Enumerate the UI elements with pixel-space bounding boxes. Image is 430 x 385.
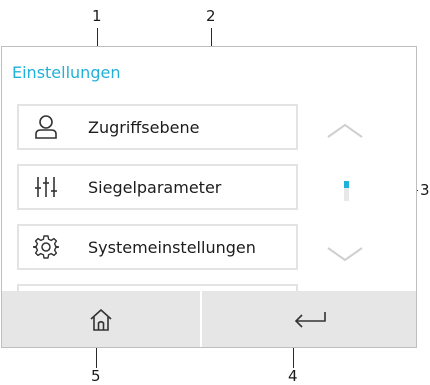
return-icon [294, 312, 326, 328]
scrollbar-thumb[interactable] [344, 181, 349, 188]
menu-item-siegelparameter[interactable]: Siegelparameter [17, 164, 298, 210]
user-icon [33, 114, 59, 140]
menu-item-label: Systemeinstellungen [88, 237, 256, 257]
home-icon [90, 309, 112, 331]
callout-2: 2 [206, 7, 216, 25]
sliders-icon [33, 174, 59, 200]
bottom-navigation-bar [2, 291, 416, 347]
callout-4: 4 [288, 367, 298, 385]
menu-item-systemeinstellungen[interactable]: Systemeinstellungen [17, 224, 298, 270]
screen-title: Einstellungen [12, 63, 121, 82]
home-button[interactable] [2, 291, 200, 347]
device-screen: Einstellungen Zugriffsebene Siegelparame… [1, 46, 417, 348]
menu-item-label: Zugriffsebene [88, 117, 200, 137]
scroll-up-button[interactable] [326, 122, 364, 140]
callout-1: 1 [92, 7, 102, 25]
menu-item-zugriffsebene[interactable]: Zugriffsebene [17, 104, 298, 150]
scroll-down-button[interactable] [326, 245, 364, 263]
callout-3: 3 [420, 181, 430, 199]
chevron-up-icon [327, 123, 363, 138]
callout-5: 5 [91, 367, 101, 385]
chevron-down-icon [327, 247, 363, 262]
menu-item-label: Siegelparameter [88, 177, 222, 197]
gear-icon [33, 234, 59, 260]
back-button[interactable] [202, 291, 416, 347]
